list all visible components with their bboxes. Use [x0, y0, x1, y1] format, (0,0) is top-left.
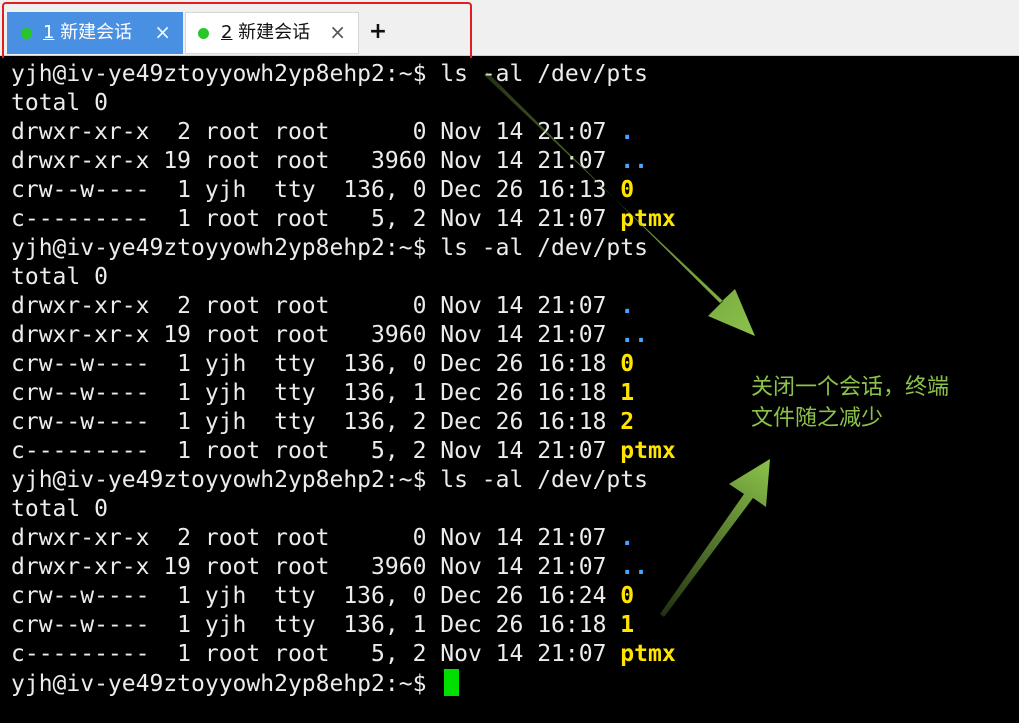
annotation-line: 关闭一个会话，终端	[751, 375, 950, 400]
prompt-line: yjh@iv-ye49ztoyyowh2yp8ehp2:~$ ls -al /d…	[11, 234, 648, 263]
tab-session-2[interactable]: 2 新建会话 ×	[185, 12, 359, 54]
output-text: crw--w---- 1 yjh tty 136, 2 Dec 26 16:18	[11, 409, 621, 435]
device-entry: 0	[620, 583, 635, 609]
directory-entry: .	[620, 525, 635, 551]
tab-title: 新建会话	[54, 22, 133, 43]
command-text: yjh@iv-ye49ztoyyowh2yp8ehp2:~$ ls -al /d…	[11, 467, 648, 493]
output-line: drwxr-xr-x 2 root root 0 Nov 14 21:07 .	[11, 292, 634, 321]
terminal-app-window: 1 新建会话 × 2 新建会话 × + yjh@iv-ye49ztoyyowh2…	[0, 0, 1019, 723]
output-line: drwxr-xr-x 2 root root 0 Nov 14 21:07 .	[11, 118, 634, 147]
prompt-line: yjh@iv-ye49ztoyyowh2yp8ehp2:~$ ls -al /d…	[11, 60, 648, 89]
output-line: c--------- 1 root root 5, 2 Nov 14 21:07…	[11, 205, 676, 234]
output-line: total 0	[11, 495, 108, 524]
directory-entry: ..	[620, 554, 648, 580]
terminal-cursor	[444, 669, 460, 696]
device-entry: 2	[620, 409, 635, 435]
directory-entry: ..	[620, 322, 648, 348]
output-line: crw--w---- 1 yjh tty 136, 2 Dec 26 16:18…	[11, 408, 634, 437]
close-tab-icon[interactable]: ×	[329, 20, 346, 44]
directory-entry: ..	[620, 148, 648, 174]
output-line: drwxr-xr-x 2 root root 0 Nov 14 21:07 .	[11, 524, 634, 553]
output-line: crw--w---- 1 yjh tty 136, 0 Dec 26 16:24…	[11, 582, 634, 611]
output-line: crw--w---- 1 yjh tty 136, 0 Dec 26 16:18…	[11, 350, 634, 379]
device-entry: 1	[620, 380, 635, 406]
output-text: drwxr-xr-x 19 root root 3960 Nov 14 21:0…	[11, 554, 621, 580]
session-status-dot-icon	[198, 28, 209, 39]
prompt-line: yjh@iv-ye49ztoyyowh2yp8ehp2:~$ ls -al /d…	[11, 466, 648, 495]
command-text: yjh@iv-ye49ztoyyowh2yp8ehp2:~$ ls -al /d…	[11, 235, 648, 261]
session-status-dot-icon	[21, 28, 32, 39]
output-text: drwxr-xr-x 19 root root 3960 Nov 14 21:0…	[11, 322, 621, 348]
output-line: crw--w---- 1 yjh tty 136, 0 Dec 26 16:13…	[11, 176, 634, 205]
tab-number: 2	[221, 22, 233, 43]
output-line: total 0	[11, 89, 108, 118]
output-text: drwxr-xr-x 19 root root 3960 Nov 14 21:0…	[11, 148, 621, 174]
output-line: total 0	[11, 263, 108, 292]
output-text: total 0	[11, 264, 108, 290]
command-text: yjh@iv-ye49ztoyyowh2yp8ehp2:~$ ls -al /d…	[11, 61, 648, 87]
device-entry: ptmx	[620, 206, 676, 232]
tab-label: 1 新建会话	[43, 22, 132, 44]
close-tab-icon[interactable]: ×	[154, 20, 171, 44]
output-text: crw--w---- 1 yjh tty 136, 0 Dec 26 16:18	[11, 351, 621, 377]
output-text: total 0	[11, 90, 108, 116]
output-line: drwxr-xr-x 19 root root 3960 Nov 14 21:0…	[11, 321, 648, 350]
output-text: crw--w---- 1 yjh tty 136, 0 Dec 26 16:24	[11, 583, 621, 609]
prompt-line[interactable]: yjh@iv-ye49ztoyyowh2yp8ehp2:~$	[11, 669, 460, 698]
output-text: drwxr-xr-x 2 root root 0 Nov 14 21:07	[11, 293, 621, 319]
output-text: drwxr-xr-x 2 root root 0 Nov 14 21:07	[11, 119, 621, 145]
directory-entry: .	[620, 293, 635, 319]
device-entry: 1	[620, 612, 635, 638]
device-entry: ptmx	[620, 438, 676, 464]
tab-label: 2 新建会话	[221, 22, 310, 44]
output-text: c--------- 1 root root 5, 2 Nov 14 21:07	[11, 438, 621, 464]
device-entry: 0	[620, 351, 635, 377]
output-line: crw--w---- 1 yjh tty 136, 1 Dec 26 16:18…	[11, 379, 634, 408]
output-line: crw--w---- 1 yjh tty 136, 1 Dec 26 16:18…	[11, 611, 634, 640]
output-line: drwxr-xr-x 19 root root 3960 Nov 14 21:0…	[11, 147, 648, 176]
output-text: c--------- 1 root root 5, 2 Nov 14 21:07	[11, 206, 621, 232]
device-entry: 0	[620, 177, 635, 203]
output-text: c--------- 1 root root 5, 2 Nov 14 21:07	[11, 641, 621, 667]
directory-entry: .	[620, 119, 635, 145]
tab-session-1[interactable]: 1 新建会话 ×	[7, 12, 183, 54]
output-text: crw--w---- 1 yjh tty 136, 0 Dec 26 16:13	[11, 177, 621, 203]
output-text: crw--w---- 1 yjh tty 136, 1 Dec 26 16:18	[11, 612, 621, 638]
command-prompt: yjh@iv-ye49ztoyyowh2yp8ehp2:~$	[11, 671, 441, 697]
output-line: c--------- 1 root root 5, 2 Nov 14 21:07…	[11, 640, 676, 669]
output-line: drwxr-xr-x 19 root root 3960 Nov 14 21:0…	[11, 553, 648, 582]
output-text: total 0	[11, 496, 108, 522]
add-tab-button[interactable]: +	[368, 20, 388, 44]
output-line: c--------- 1 root root 5, 2 Nov 14 21:07…	[11, 437, 676, 466]
tab-bar: 1 新建会话 × 2 新建会话 × +	[0, 0, 1019, 56]
annotation-note: 关闭一个会话，终端 文件随之减少	[751, 372, 1011, 434]
device-entry: ptmx	[620, 641, 676, 667]
tab-title: 新建会话	[232, 22, 311, 43]
annotation-line: 文件随之减少	[751, 406, 884, 431]
tab-number: 1	[43, 22, 55, 43]
output-text: drwxr-xr-x 2 root root 0 Nov 14 21:07	[11, 525, 621, 551]
output-text: crw--w---- 1 yjh tty 136, 1 Dec 26 16:18	[11, 380, 621, 406]
